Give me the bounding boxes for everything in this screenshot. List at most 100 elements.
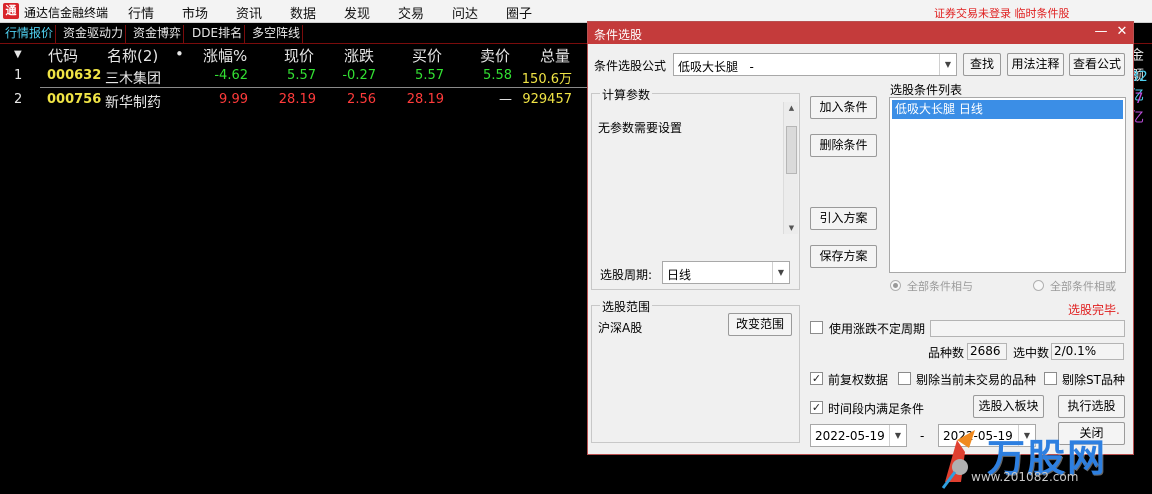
menu-circle[interactable]: 圈子 xyxy=(506,3,532,22)
date-separator: - xyxy=(920,429,925,443)
header-name[interactable]: 名称(2) xyxy=(107,45,158,66)
chevron-down-icon[interactable]: ▼ xyxy=(772,262,789,283)
table-row[interactable]: 1 000632 三木集团 -4.62 5.57 -0.27 5.57 5.58… xyxy=(0,66,600,88)
period-condition-checkbox[interactable]: ✓ xyxy=(810,401,823,414)
range-group: 选股范围 沪深A股 改变范围 xyxy=(591,298,800,443)
tab-long-short[interactable]: 多空阵线 xyxy=(250,25,304,43)
tab-capital-drive[interactable]: 资金驱动力 xyxy=(61,25,127,43)
header-volume[interactable]: 总量 xyxy=(540,45,570,66)
delete-condition-button[interactable]: 删除条件 xyxy=(810,134,877,157)
status-text: 选股完毕. xyxy=(1068,303,1120,317)
scroll-thumb[interactable] xyxy=(786,126,797,174)
table-row[interactable]: 2 000756 新华制药 9.99 28.19 2.56 28.19 — 92… xyxy=(0,90,600,112)
menu-bar: 通 通达信金融终端 行情 市场 资讯 数据 发现 交易 问达 圈子 证券交易未登… xyxy=(0,0,1152,23)
import-plan-button[interactable]: 引入方案 xyxy=(810,207,877,230)
header-code[interactable]: 代码 xyxy=(48,45,78,66)
tab-quotes[interactable]: 行情报价 xyxy=(3,25,57,43)
period-select[interactable]: 日线 ▼ xyxy=(662,261,790,284)
last-price: 28.19 xyxy=(278,92,316,107)
params-text: 无参数需要设置 xyxy=(598,121,683,135)
radio-or-label[interactable]: 全部条件相或 xyxy=(1050,278,1116,294)
ask-price: — xyxy=(499,92,512,107)
menu-data[interactable]: 数据 xyxy=(290,3,316,22)
params-group: 计算参数 无参数需要设置 ▲ ▼ 选股周期: 日线 ▼ xyxy=(591,86,800,290)
row-index: 2 xyxy=(14,92,23,107)
formula-label: 条件选股公式 xyxy=(594,59,667,73)
params-scrollbar[interactable]: ▲ ▼ xyxy=(783,102,798,234)
tab-capital-game[interactable]: 资金博弈 xyxy=(131,25,185,43)
minimize-icon[interactable]: — xyxy=(1093,24,1109,40)
indefinite-period-field[interactable] xyxy=(930,320,1125,337)
total-volume: 150.6万 xyxy=(521,72,572,87)
menu-quotes[interactable]: 行情 xyxy=(128,3,154,22)
exclude-st-checkbox[interactable] xyxy=(1044,372,1057,385)
header-change[interactable]: 涨跌 xyxy=(344,45,374,66)
scroll-up-icon[interactable]: ▲ xyxy=(784,104,799,112)
dialog-title: 条件选股 xyxy=(594,28,643,42)
list-item[interactable]: 低吸大长腿 日线 xyxy=(892,100,1123,119)
formula-select[interactable]: 低吸大长腿 - ▼ xyxy=(673,53,957,76)
login-status[interactable]: 证券交易未登录 临时条件股 xyxy=(934,5,1070,21)
menu-trade[interactable]: 交易 xyxy=(398,3,424,22)
find-button[interactable]: 查找 xyxy=(963,53,1001,76)
app-title: 通达信金融终端 xyxy=(24,6,109,20)
exclude-untraded-checkbox[interactable] xyxy=(898,372,911,385)
header-dot: • xyxy=(175,45,184,63)
exclude-untraded-label[interactable]: 剔除当前未交易的品种 xyxy=(916,371,1036,388)
execute-button[interactable]: 执行选股 xyxy=(1058,395,1125,418)
selected-label: 选中数 xyxy=(1013,346,1050,360)
exclude-st-label[interactable]: 剔除ST品种 xyxy=(1062,371,1125,388)
count-label: 品种数 xyxy=(928,346,965,360)
stock-name: 新华制药 xyxy=(105,95,161,111)
add-condition-button[interactable]: 加入条件 xyxy=(810,96,877,119)
indefinite-period-label[interactable]: 使用涨跌不定周期 xyxy=(829,320,925,337)
indefinite-period-checkbox[interactable] xyxy=(810,321,823,334)
header-ask[interactable]: 卖价 xyxy=(480,45,510,66)
save-plan-button[interactable]: 保存方案 xyxy=(810,245,877,268)
range-group-title: 选股范围 xyxy=(600,298,653,315)
selected-value: 2/0.1% xyxy=(1051,343,1124,360)
header-price[interactable]: 现价 xyxy=(284,45,314,66)
adjust-data-checkbox[interactable]: ✓ xyxy=(810,372,823,385)
sort-arrow-icon[interactable]: ▼ xyxy=(14,49,22,60)
menu-discover[interactable]: 发现 xyxy=(344,3,370,22)
dialog-titlebar[interactable]: 条件选股 — ✕ xyxy=(588,22,1133,44)
scroll-down-icon[interactable]: ▼ xyxy=(784,224,799,232)
view-formula-button[interactable]: 查看公式 xyxy=(1069,53,1125,76)
usage-button[interactable]: 用法注释 xyxy=(1007,53,1064,76)
period-condition-label[interactable]: 时间段内满足条件 xyxy=(828,400,924,417)
radio-or[interactable] xyxy=(1033,280,1044,291)
range-value: 沪深A股 xyxy=(598,321,643,335)
row-index: 1 xyxy=(14,68,23,83)
total-volume: 929457 xyxy=(522,92,572,107)
pct-change: -4.62 xyxy=(214,68,248,83)
menu-market[interactable]: 市场 xyxy=(182,3,208,22)
adjust-data-label[interactable]: 前复权数据 xyxy=(828,371,888,388)
to-block-button[interactable]: 选股入板块 xyxy=(973,395,1044,418)
pct-change: 9.99 xyxy=(219,92,248,107)
period-value: 日线 xyxy=(667,268,692,282)
header-pct[interactable]: 涨幅% xyxy=(203,45,247,66)
params-group-title: 计算参数 xyxy=(600,86,653,103)
tab-dde-rank[interactable]: DDE排名 xyxy=(190,25,246,43)
close-icon[interactable]: ✕ xyxy=(1114,24,1130,40)
stock-code: 000756 xyxy=(47,92,102,107)
chevron-down-icon[interactable]: ▼ xyxy=(889,425,906,446)
radio-and[interactable] xyxy=(890,280,901,291)
radio-and-label[interactable]: 全部条件相与 xyxy=(907,278,973,294)
start-date-value: 2022-05-19 xyxy=(815,429,885,443)
condition-select-dialog: 条件选股 — ✕ 条件选股公式 低吸大长腿 - ▼ 查找 用法注释 查看公式 计… xyxy=(587,21,1134,455)
change-range-button[interactable]: 改变范围 xyxy=(728,313,792,336)
menu-news[interactable]: 资讯 xyxy=(236,3,262,22)
count-value: 2686 xyxy=(967,343,1007,360)
price-change: 2.56 xyxy=(347,92,376,107)
ask-price: 5.58 xyxy=(483,68,512,83)
start-date-picker[interactable]: 2022-05-19 ▼ xyxy=(810,424,907,447)
header-bid[interactable]: 买价 xyxy=(412,45,442,66)
chevron-down-icon[interactable]: ▼ xyxy=(939,54,956,75)
condition-list[interactable]: 低吸大长腿 日线 xyxy=(889,97,1126,273)
last-price: 5.57 xyxy=(287,68,316,83)
menu-ask[interactable]: 问达 xyxy=(452,3,478,22)
stock-code: 000632 xyxy=(47,68,102,83)
period-label: 选股周期: xyxy=(600,268,653,282)
